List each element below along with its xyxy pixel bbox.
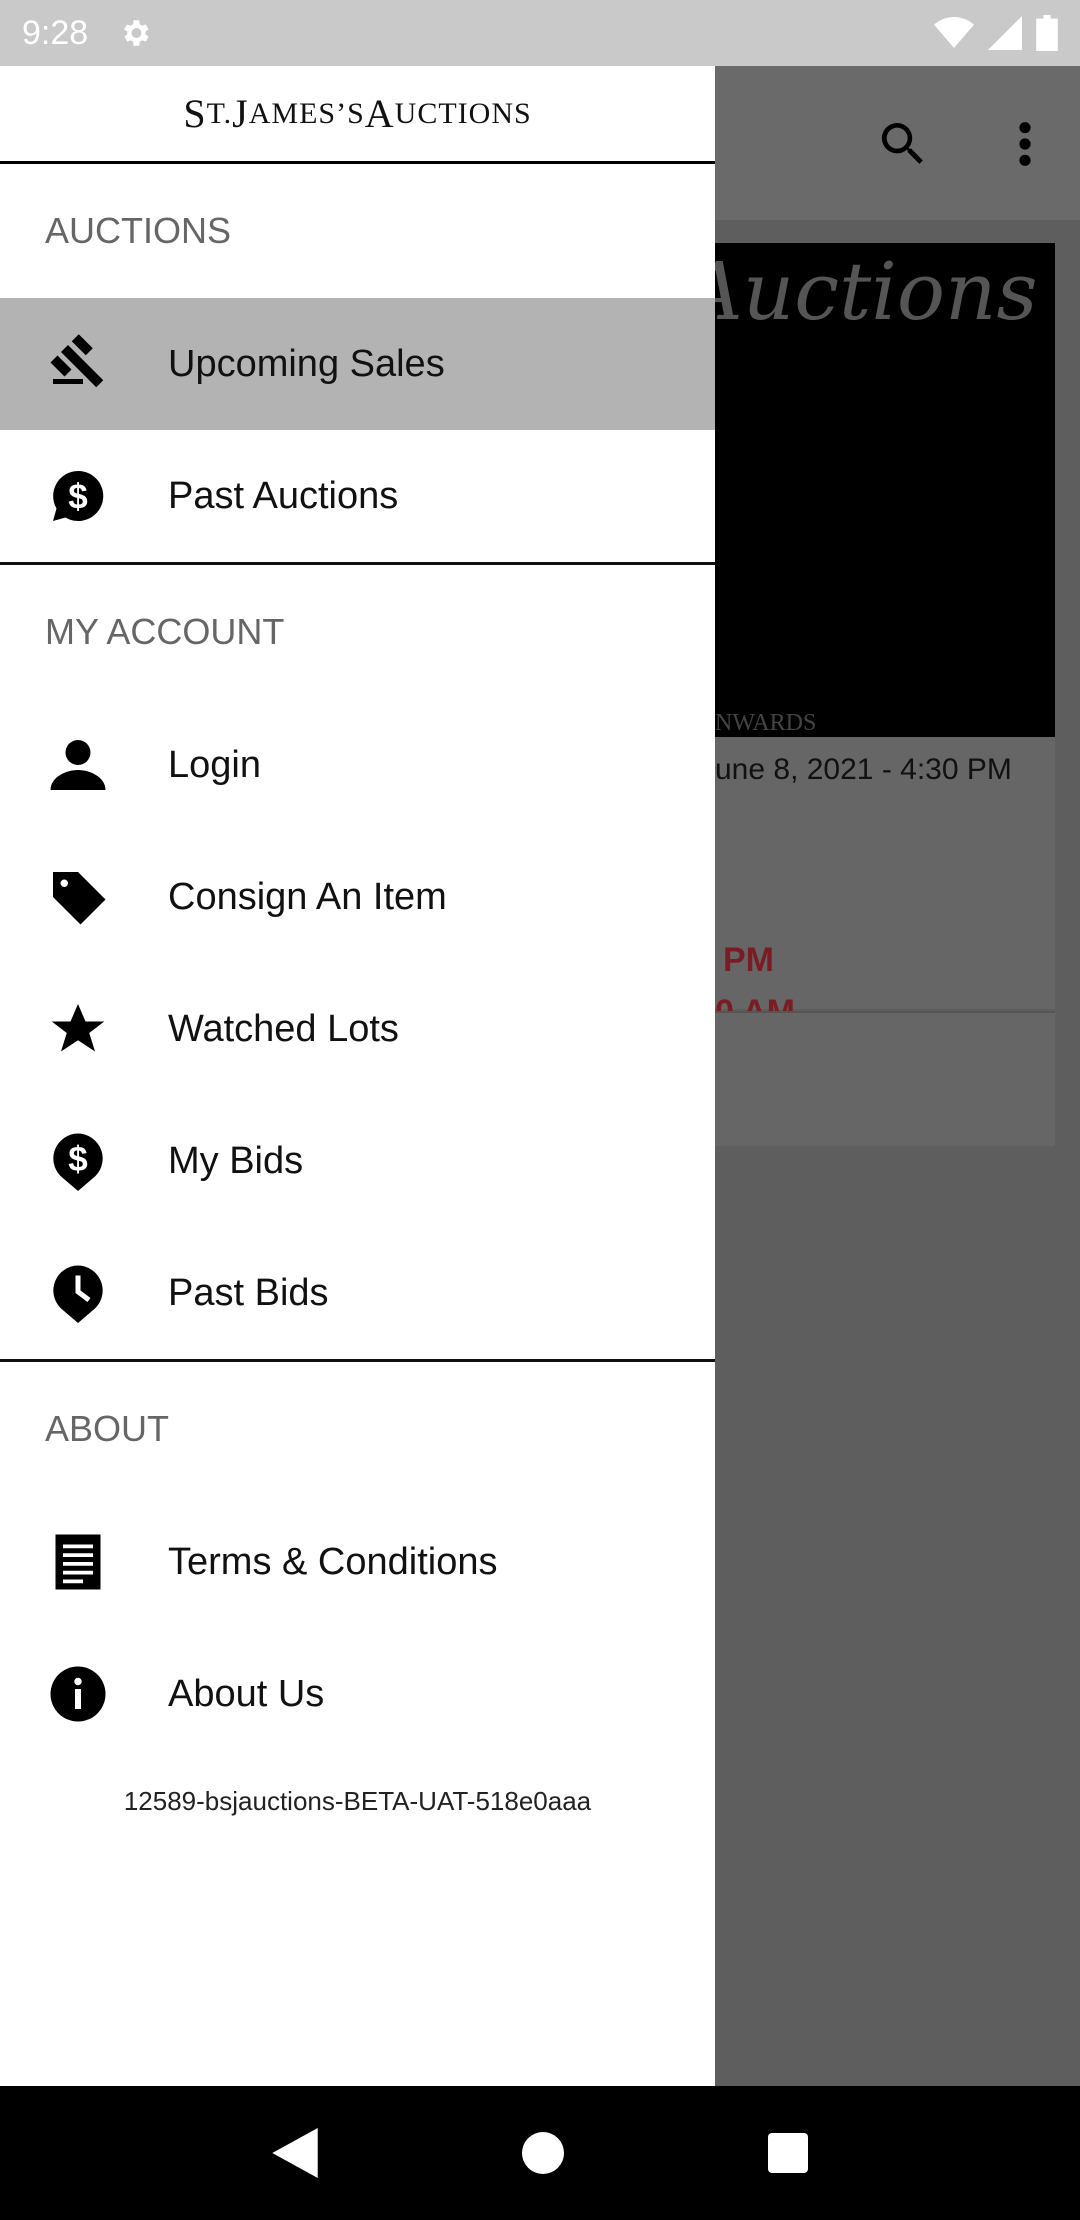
drawer-item-past-bids[interactable]: Past Bids	[0, 1227, 715, 1359]
dollar-chat-icon: $	[53, 470, 104, 521]
clock-pin-icon	[53, 1265, 103, 1323]
recents-icon[interactable]	[768, 2133, 808, 2173]
logo: S T. J AMES’S A UCTIONS	[0, 66, 715, 164]
drawer-item-upcoming-sales[interactable]: Upcoming Sales	[0, 298, 715, 430]
drawer-item-label: Consign An Item	[168, 875, 447, 918]
drawer-item-about-us[interactable]: About Us	[0, 1628, 715, 1760]
dollar-pin-icon: $	[53, 1133, 103, 1191]
settings-icon	[124, 20, 149, 46]
main-content-behind-scrim[interactable]: Auctions NWARDS une 8, 2021 - 4:30 PM PM…	[715, 66, 1080, 2086]
section-header-about: ABOUT	[45, 1408, 170, 1449]
document-icon	[55, 1534, 101, 1590]
drawer-item-login[interactable]: Login	[0, 699, 715, 831]
navigation-drawer: S T. J AMES’S A UCTIONS AUCTIONS Upcoming S…	[0, 66, 715, 2086]
system-nav-bar	[0, 2086, 1080, 2220]
status-time: 9:28	[22, 13, 89, 52]
drawer-item-label: Watched Lots	[168, 1007, 399, 1050]
section-header-auctions: AUCTIONS	[45, 210, 232, 251]
toolbar	[715, 66, 1080, 220]
drawer-item-label: Past Auctions	[168, 474, 399, 517]
tag-icon	[53, 872, 106, 925]
image-subtext: NWARDS	[715, 710, 817, 736]
drawer-item-label: My Bids	[168, 1139, 304, 1182]
search-icon[interactable]	[875, 116, 931, 172]
drawer-item-label: Login	[168, 743, 261, 786]
info-icon	[50, 1666, 106, 1722]
wifi-icon	[934, 17, 974, 48]
drawer-item-past-auctions[interactable]: $ Past Auctions	[0, 430, 715, 562]
battery-icon	[1036, 15, 1058, 51]
app-version: 12589-bsjauctions-BETA-UAT-518e0aaa	[123, 1786, 592, 1816]
image-script-text: Auctions	[715, 245, 1038, 338]
drawer-item-consign[interactable]: Consign An Item	[0, 831, 715, 963]
home-icon[interactable]	[522, 2132, 564, 2174]
svg-text:$: $	[68, 478, 87, 517]
auction-card-footer[interactable]	[715, 1011, 1055, 1146]
drawer-item-label: Terms & Conditions	[168, 1540, 498, 1583]
drawer-item-label: About Us	[168, 1672, 325, 1715]
drawer-item-watched-lots[interactable]: Watched Lots	[0, 963, 715, 1095]
drawer-item-label: Upcoming Sales	[168, 342, 445, 385]
gavel-icon	[50, 334, 104, 388]
drawer-item-terms[interactable]: Terms & Conditions	[0, 1496, 715, 1628]
status-bar: 9:28	[0, 0, 1080, 66]
more-vert-icon[interactable]	[1005, 116, 1045, 172]
signal-icon	[988, 16, 1022, 50]
person-icon	[50, 740, 106, 790]
auction-time-1: PM	[723, 941, 774, 979]
drawer-item-label: Past Bids	[168, 1271, 329, 1314]
auction-date: une 8, 2021 - 4:30 PM	[715, 753, 1012, 786]
svg-text:$: $	[68, 1140, 87, 1179]
back-icon[interactable]	[272, 2128, 318, 2178]
auction-card[interactable]: Auctions NWARDS une 8, 2021 - 4:30 PM PM…	[715, 243, 1055, 1031]
auction-image: Auctions NWARDS	[715, 243, 1055, 737]
star-icon	[51, 1004, 105, 1052]
section-header-my-account: MY ACCOUNT	[45, 611, 285, 652]
drawer-item-my-bids[interactable]: $ My Bids	[0, 1095, 715, 1227]
